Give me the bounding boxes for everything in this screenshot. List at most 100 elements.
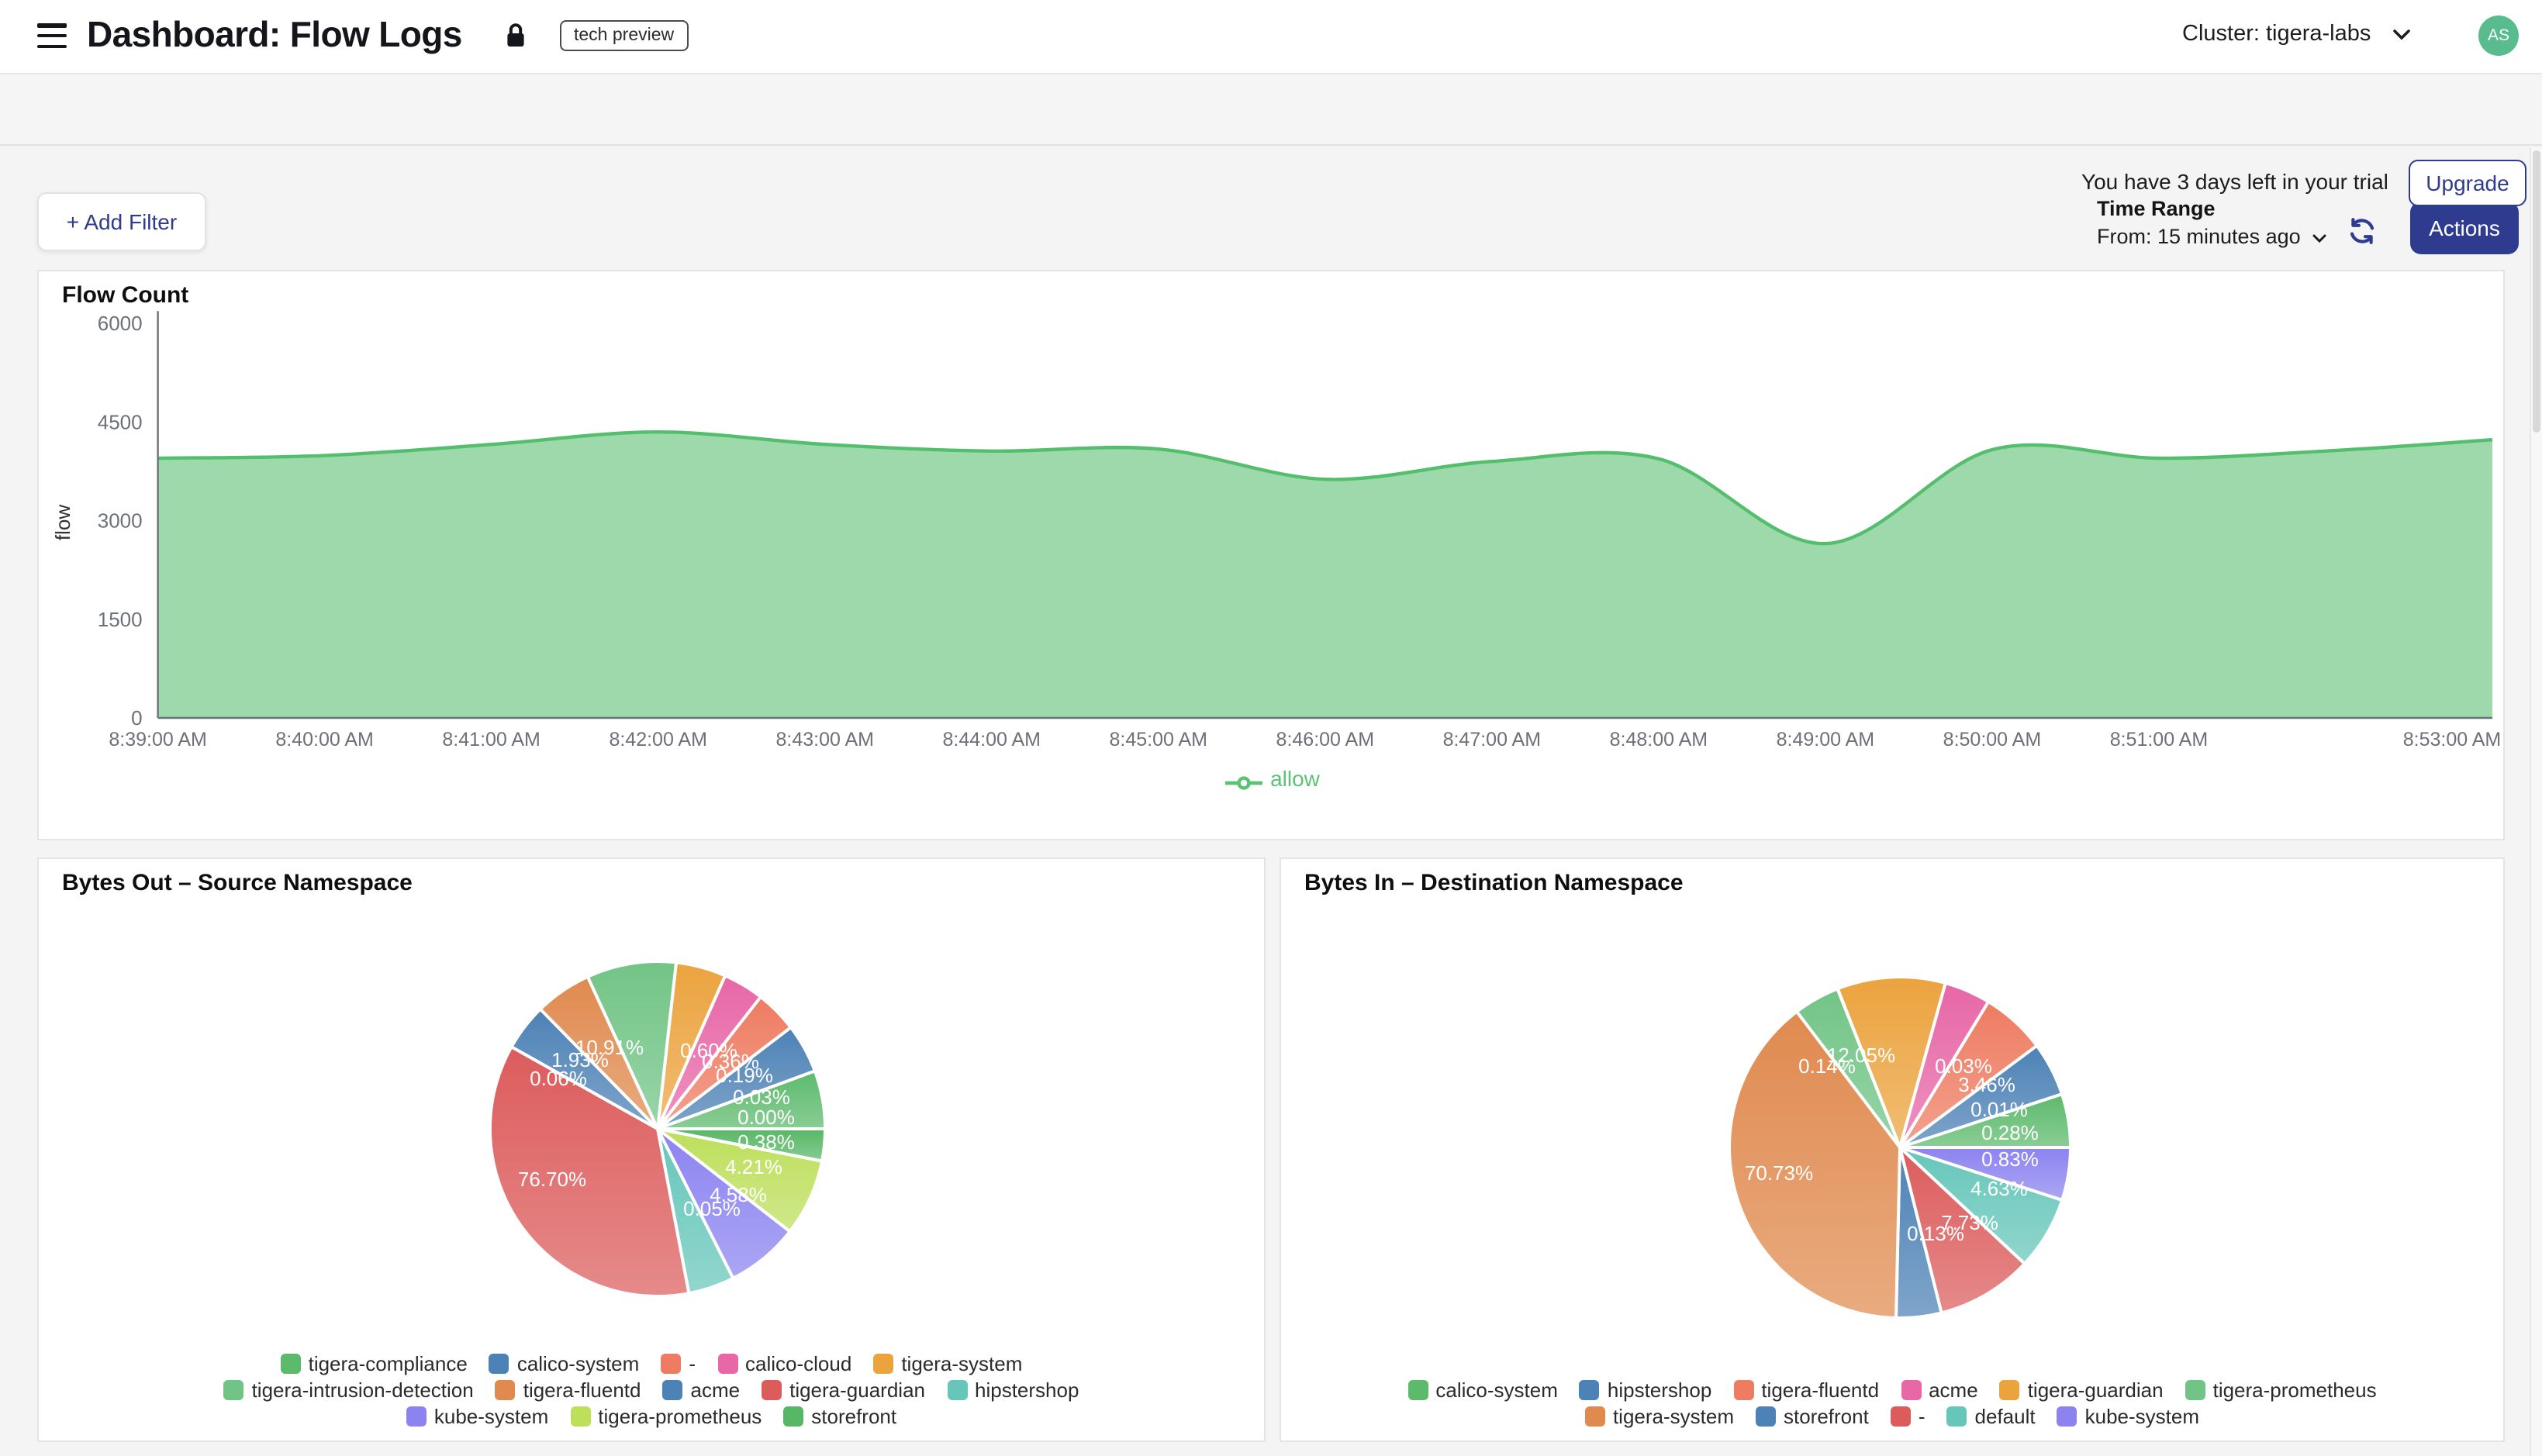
refresh-icon[interactable] <box>2347 216 2378 247</box>
svg-text:8:40:00 AM: 8:40:00 AM <box>275 729 373 750</box>
legend-item-default[interactable]: default <box>1947 1405 2036 1428</box>
avatar-initials: AS <box>2488 26 2509 45</box>
svg-text:flow: flow <box>51 505 74 540</box>
svg-text:0.28%: 0.28% <box>1981 1121 2039 1144</box>
legend-item--[interactable]: - <box>661 1352 696 1375</box>
svg-text:4500: 4500 <box>98 410 143 433</box>
legend-label: - <box>1919 1405 1925 1428</box>
legend-label: tigera-fluentd <box>1761 1378 1879 1402</box>
tech-preview-badge: tech preview <box>560 20 688 51</box>
add-filter-button[interactable]: + Add Filter <box>37 192 206 251</box>
dashboard-app: Dashboard: Flow Logs tech preview Cluste… <box>0 0 2542 1456</box>
legend-swatch <box>1580 1380 1600 1400</box>
bytes-in-pie-chart[interactable]: 12.05%0.03%3.46%0.01%0.28%0.83%4.63%7.73… <box>1281 859 2503 1440</box>
svg-text:8:50:00 AM: 8:50:00 AM <box>1943 729 2041 750</box>
top-bar: Dashboard: Flow Logs tech preview Cluste… <box>0 0 2542 74</box>
svg-text:8:43:00 AM: 8:43:00 AM <box>775 729 873 750</box>
legend-swatch <box>1891 1406 1911 1427</box>
svg-text:8:46:00 AM: 8:46:00 AM <box>1276 729 1374 750</box>
legend-swatch <box>663 1380 683 1400</box>
svg-text:4.63%: 4.63% <box>1970 1177 2028 1200</box>
legend-item-calico-system[interactable]: calico-system <box>1407 1378 1558 1402</box>
svg-text:1500: 1500 <box>98 608 143 631</box>
legend-label: calico-cloud <box>745 1352 851 1375</box>
legend-swatch <box>1407 1380 1428 1400</box>
line-series-legend-icon <box>1225 775 1262 791</box>
svg-text:8:51:00 AM: 8:51:00 AM <box>2110 729 2208 750</box>
svg-text:0.13%: 0.13% <box>1907 1222 1964 1245</box>
legend-item-tigera-prometheus[interactable]: tigera-prometheus <box>570 1405 762 1428</box>
svg-text:8:39:00 AM: 8:39:00 AM <box>109 729 206 750</box>
legend-item-kube-system[interactable]: kube-system <box>2057 1405 2199 1428</box>
legend-label: calico-system <box>517 1352 640 1375</box>
legend-swatch <box>783 1406 803 1427</box>
legend-item-hipstershop[interactable]: hipstershop <box>1580 1378 1711 1402</box>
legend-item-hipstershop[interactable]: hipstershop <box>947 1378 1079 1402</box>
page-title: Dashboard: Flow Logs <box>87 14 462 56</box>
svg-text:0.01%: 0.01% <box>1970 1098 2028 1121</box>
trial-bar: You have 3 days left in your trial Upgra… <box>0 74 2542 146</box>
svg-text:8:44:00 AM: 8:44:00 AM <box>943 729 1041 750</box>
legend-label: default <box>1975 1405 2036 1428</box>
legend-label: tigera-system <box>1613 1405 1734 1428</box>
legend-label: acme <box>691 1378 741 1402</box>
legend-label: storefront <box>811 1405 896 1428</box>
chevron-down-icon <box>2312 225 2326 248</box>
time-range-title: Time Range <box>2097 197 2216 220</box>
legend-item-acme[interactable]: acme <box>663 1378 741 1402</box>
svg-text:0.05%: 0.05% <box>683 1197 741 1220</box>
legend-label: hipstershop <box>975 1378 1079 1402</box>
legend-item-tigera-system[interactable]: tigera-system <box>1585 1405 1734 1428</box>
hamburger-menu-icon[interactable] <box>37 23 67 50</box>
legend-item-tigera-system[interactable]: tigera-system <box>873 1352 1022 1375</box>
legend-item-tigera-compliance[interactable]: tigera-compliance <box>281 1352 468 1375</box>
legend-swatch <box>406 1406 427 1427</box>
svg-text:4.21%: 4.21% <box>725 1155 782 1178</box>
svg-text:76.70%: 76.70% <box>518 1168 586 1191</box>
legend-swatch <box>947 1380 967 1400</box>
svg-text:0: 0 <box>131 706 142 730</box>
legend-item-tigera-guardian[interactable]: tigera-guardian <box>762 1378 925 1402</box>
avatar[interactable]: AS <box>2478 16 2519 56</box>
bytes-out-legend: tigera-compliance calico-system - calico-cl… <box>39 1352 1264 1428</box>
flow-legend-allow[interactable]: allow <box>39 766 2506 791</box>
legend-label: acme <box>1929 1378 1978 1402</box>
legend-item-tigera-fluentd[interactable]: tigera-fluentd <box>1733 1378 1879 1402</box>
legend-swatch <box>281 1354 301 1374</box>
legend-label: - <box>689 1352 696 1375</box>
legend-swatch <box>762 1380 782 1400</box>
svg-text:0.14%: 0.14% <box>1798 1054 1856 1078</box>
legend-swatch <box>489 1354 509 1374</box>
scrollbar-thumb[interactable] <box>2532 150 2540 433</box>
legend-label: tigera-prometheus <box>2213 1378 2377 1402</box>
legend-label: calico-system <box>1435 1378 1558 1402</box>
legend-item--[interactable]: - <box>1891 1405 1925 1428</box>
legend-item-acme[interactable]: acme <box>1901 1378 1978 1402</box>
cluster-selector[interactable]: Cluster: tigera-labs <box>2182 22 2409 47</box>
time-range-dropdown[interactable]: From: 15 minutes ago <box>2097 225 2326 248</box>
legend-item-kube-system[interactable]: kube-system <box>406 1405 548 1428</box>
legend-item-tigera-intrusion-detection[interactable]: tigera-intrusion-detection <box>224 1378 474 1402</box>
legend-item-tigera-prometheus[interactable]: tigera-prometheus <box>2185 1378 2377 1402</box>
legend-label: hipstershop <box>1608 1378 1711 1402</box>
legend-item-storefront[interactable]: storefront <box>1756 1405 1869 1428</box>
legend-swatch <box>1585 1406 1605 1427</box>
svg-text:8:41:00 AM: 8:41:00 AM <box>442 729 540 750</box>
actions-button[interactable]: Actions <box>2410 202 2519 254</box>
legend-label: tigera-prometheus <box>598 1405 762 1428</box>
legend-label: kube-system <box>2085 1405 2199 1428</box>
svg-text:8:47:00 AM: 8:47:00 AM <box>1443 729 1541 750</box>
legend-item-calico-system[interactable]: calico-system <box>489 1352 640 1375</box>
time-range-value: From: 15 minutes ago <box>2097 225 2301 248</box>
bytes-in-legend: calico-system hipstershop tigera-fluentd ac… <box>1281 1378 2503 1428</box>
legend-item-tigera-guardian[interactable]: tigera-guardian <box>2000 1378 2164 1402</box>
legend-item-storefront[interactable]: storefront <box>783 1405 896 1428</box>
svg-text:0.38%: 0.38% <box>737 1130 795 1154</box>
flow-count-chart[interactable]: 015003000450060008:39:00 AM8:40:00 AM8:4… <box>39 271 2503 839</box>
upgrade-button[interactable]: Upgrade <box>2409 160 2526 206</box>
trial-message: You have 3 days left in your trial <box>2081 169 2388 194</box>
svg-text:3000: 3000 <box>98 509 143 533</box>
bytes-in-panel: Bytes In – Destination Namespace 12.05%0… <box>1280 857 2505 1442</box>
legend-item-tigera-fluentd[interactable]: tigera-fluentd <box>496 1378 641 1402</box>
legend-item-calico-cloud[interactable]: calico-cloud <box>717 1352 851 1375</box>
